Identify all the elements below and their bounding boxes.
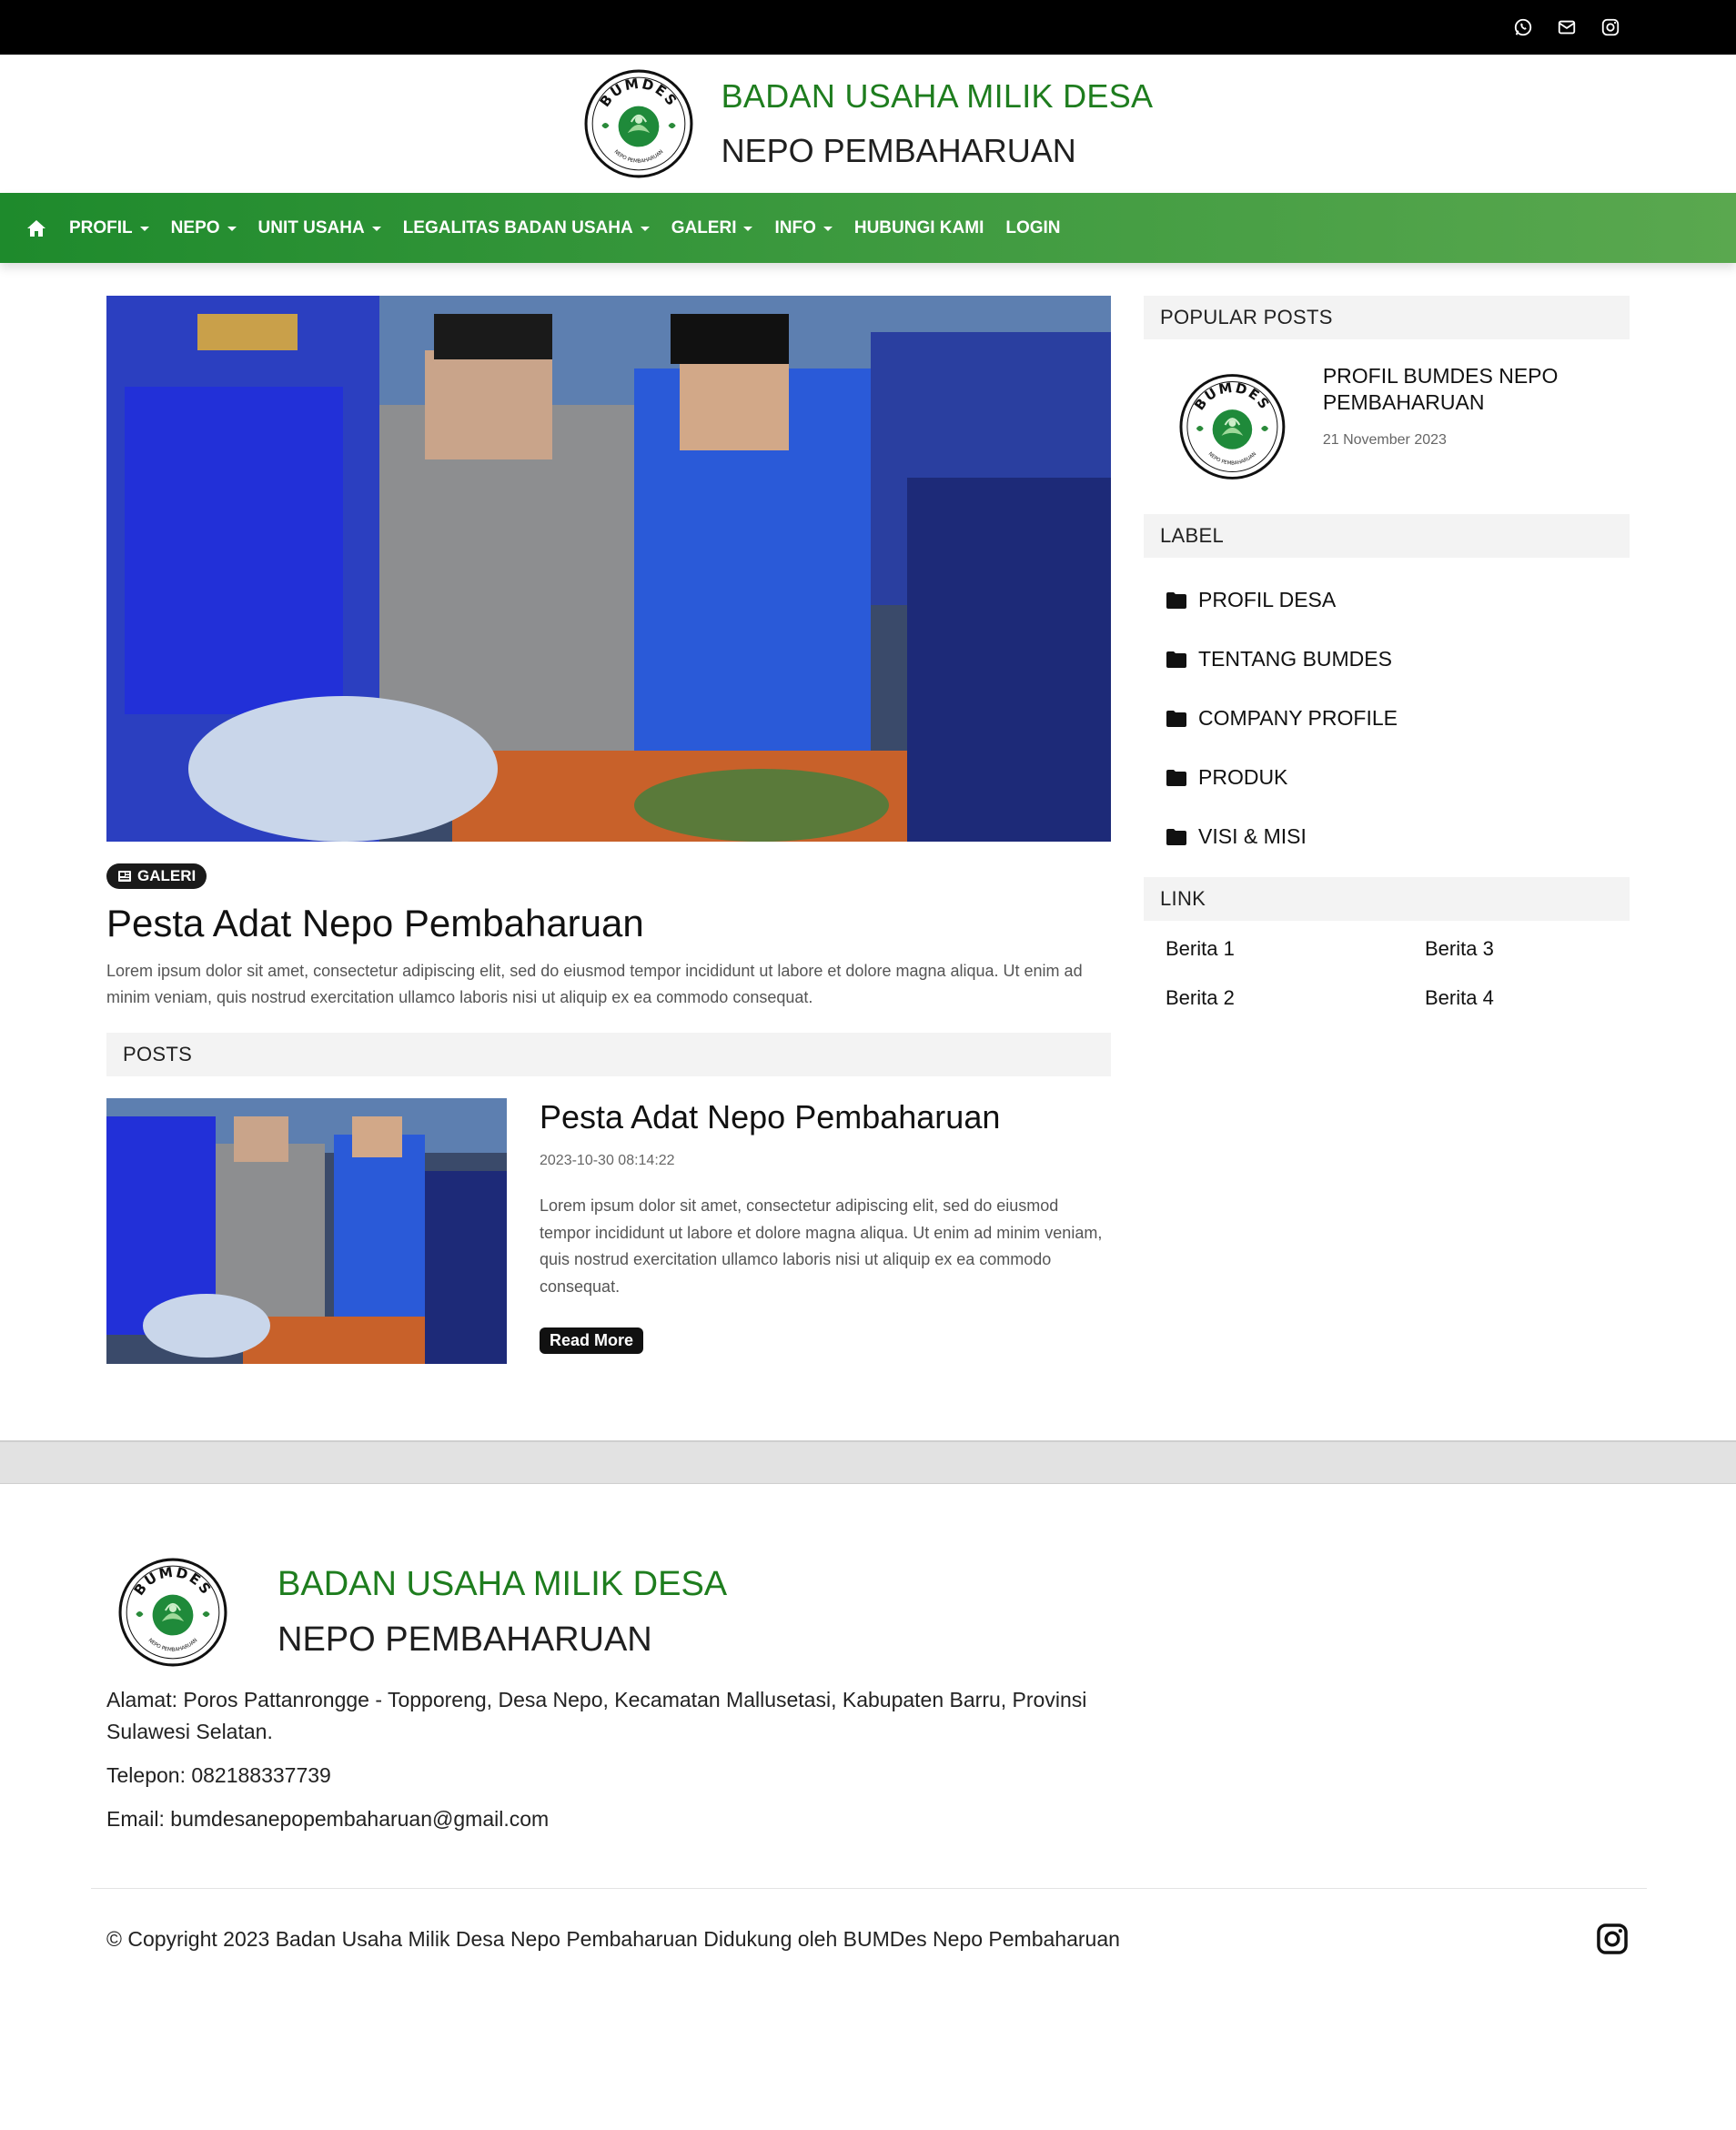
category-badge[interactable]: GALERI	[106, 863, 207, 889]
label-item-profil-desa[interactable]: PROFIL DESA	[1166, 570, 1630, 630]
envelope-icon[interactable]	[1556, 16, 1578, 38]
caret-down-icon	[743, 227, 753, 231]
link-berita-1[interactable]: Berita 1	[1166, 937, 1425, 961]
popular-post-text: PROFIL BUMDES NEPO PEMBAHARUAN 21 Novemb…	[1323, 363, 1630, 498]
folder-icon	[1166, 769, 1186, 786]
nav-item-unit-usaha[interactable]: UNIT USAHA	[258, 218, 381, 238]
footer-bottom: © Copyright 2023 Badan Usaha Milik Desa …	[0, 1889, 1736, 1956]
footer-brand: BADAN USAHA MILIK DESA NEPO PEMBAHARUAN	[106, 1557, 1736, 1668]
nav-label: GALERI	[671, 217, 737, 237]
label-text: PRODUK	[1198, 765, 1288, 789]
popular-post-date: 21 November 2023	[1322, 432, 1447, 448]
main-nav: PROFIL NEPO UNIT USAHA LEGALITAS BADAN U…	[0, 193, 1736, 263]
site-header: BADAN USAHA MILIK DESA NEPO PEMBAHARUAN	[0, 55, 1736, 193]
footer-brand-line-2: NEPO PEMBAHARUAN	[278, 1620, 652, 1659]
footer-band	[0, 1440, 1736, 1484]
link-berita-3[interactable]: Berita 3	[1425, 937, 1651, 961]
folder-icon	[1166, 828, 1186, 845]
hero-excerpt: Lorem ipsum dolor sit amet, consectetur …	[106, 962, 1083, 1006]
caret-down-icon	[640, 227, 650, 231]
home-icon[interactable]	[25, 217, 49, 240]
label-item-visi-misi[interactable]: VISI & MISI	[1166, 807, 1630, 866]
folder-icon	[1166, 651, 1186, 668]
label-text: VISI & MISI	[1198, 824, 1307, 848]
footer-brand-text: BADAN USAHA MILIK DESA NEPO PEMBAHARUAN	[278, 1565, 727, 1660]
link-berita-4[interactable]: Berita 4	[1425, 986, 1651, 1010]
nav-label: INFO	[774, 217, 816, 237]
brand-line-1: BADAN USAHA MILIK DESA	[721, 77, 1154, 115]
post-item: Pesta Adat Nepo Pembaharuan 2023-10-30 0…	[106, 1098, 1111, 1364]
footer-contact-info: Alamat: Poros Pattanrongge - Topporeng, …	[106, 1684, 1116, 1835]
bumdes-logo[interactable]	[583, 68, 694, 179]
nav-label: NEPO	[170, 217, 220, 237]
post-body: Pesta Adat Nepo Pembaharuan 2023-10-30 0…	[540, 1098, 1111, 1364]
post-excerpt: Lorem ipsum dolor sit amet, consectetur …	[540, 1196, 1103, 1296]
main-area: GALERI Pesta Adat Nepo Pembaharuan Lorem…	[0, 263, 1736, 1364]
sidebar: POPULAR POSTS PROFIL BUMDES NEPO PEMBAHA…	[1144, 296, 1630, 1364]
nav-label: UNIT USAHA	[257, 217, 365, 237]
top-bar	[0, 0, 1736, 55]
label-item-produk[interactable]: PRODUK	[1166, 748, 1630, 807]
nav-label: LOGIN	[1005, 217, 1061, 237]
caret-down-icon	[227, 227, 237, 231]
link-berita-2[interactable]: Berita 2	[1166, 986, 1425, 1010]
label-list: PROFIL DESA TENTANG BUMDES COMPANY PROFI…	[1144, 558, 1630, 877]
instagram-icon[interactable]	[1595, 1922, 1630, 1956]
link-list: Berita 1 Berita 3 Berita 2 Berita 4	[1144, 921, 1630, 1010]
post-title[interactable]: Pesta Adat Nepo Pembaharuan	[540, 1098, 1111, 1136]
nav-label: HUBUNGI KAMI	[853, 217, 984, 237]
footer-email: Email: bumdesanepopembaharuan@gmail.com	[106, 1807, 550, 1831]
folder-icon	[1166, 710, 1186, 727]
whatsapp-icon[interactable]	[1512, 16, 1534, 38]
label-text: TENTANG BUMDES	[1198, 647, 1392, 671]
popular-post-item[interactable]: PROFIL BUMDES NEPO PEMBAHARUAN 21 Novemb…	[1144, 339, 1630, 514]
nav-item-info[interactable]: INFO	[774, 217, 833, 238]
nav-item-profil[interactable]: PROFIL	[69, 218, 149, 238]
popular-posts-heading: POPULAR POSTS	[1144, 296, 1630, 339]
posts-heading: POSTS	[106, 1033, 1111, 1076]
caret-down-icon	[371, 227, 381, 231]
label-heading: LABEL	[1144, 514, 1630, 558]
instagram-icon[interactable]	[1600, 16, 1621, 38]
nav-label: LEGALITAS BADAN USAHA	[402, 217, 633, 237]
label-text: COMPANY PROFILE	[1198, 706, 1398, 730]
post-thumbnail[interactable]	[106, 1098, 507, 1364]
link-heading: LINK	[1144, 877, 1630, 921]
brand-line-2: NEPO PEMBAHARUAN	[721, 132, 1076, 169]
footer-brand-line-1: BADAN USAHA MILIK DESA	[278, 1565, 728, 1603]
label-item-tentang-bumdes[interactable]: TENTANG BUMDES	[1166, 630, 1630, 689]
folder-icon	[1166, 591, 1186, 609]
footer-address: Alamat: Poros Pattanrongge - Topporeng, …	[106, 1688, 1087, 1743]
nav-item-nepo[interactable]: NEPO	[171, 218, 237, 238]
nav-item-login[interactable]: LOGIN	[1005, 218, 1060, 238]
popular-post-title[interactable]: PROFIL BUMDES NEPO PEMBAHARUAN	[1323, 363, 1630, 416]
copyright-text: © Copyright 2023 Badan Usaha Milik Desa …	[106, 1926, 1120, 1951]
category-badge-label: GALERI	[137, 867, 197, 884]
post-date: 2023-10-30 08:14:22	[540, 1153, 675, 1168]
nav-label: PROFIL	[69, 217, 133, 237]
site-footer: BADAN USAHA MILIK DESA NEPO PEMBAHARUAN …	[0, 1484, 1736, 1835]
footer-bumdes-logo	[118, 1558, 227, 1667]
nav-item-hubungi-kami[interactable]: HUBUNGI KAMI	[854, 218, 984, 238]
caret-down-icon	[139, 227, 149, 231]
site-brand: BADAN USAHA MILIK DESA NEPO PEMBAHARUAN	[722, 77, 1154, 170]
label-item-company-profile[interactable]: COMPANY PROFILE	[1166, 689, 1630, 748]
popular-post-thumbnail[interactable]	[1178, 356, 1287, 498]
caret-down-icon	[823, 227, 833, 231]
newspaper-icon	[118, 871, 131, 882]
footer-phone: Telepon: 082188337739	[106, 1763, 331, 1787]
read-more-button[interactable]: Read More	[540, 1327, 644, 1354]
content-column: GALERI Pesta Adat Nepo Pembaharuan Lorem…	[106, 296, 1111, 1364]
nav-item-galeri[interactable]: GALERI	[671, 218, 753, 238]
hero-title[interactable]: Pesta Adat Nepo Pembaharuan	[106, 902, 1111, 945]
hero-image[interactable]	[106, 296, 1111, 842]
label-text: PROFIL DESA	[1198, 588, 1337, 611]
nav-item-legalitas[interactable]: LEGALITAS BADAN USAHA	[403, 218, 650, 238]
